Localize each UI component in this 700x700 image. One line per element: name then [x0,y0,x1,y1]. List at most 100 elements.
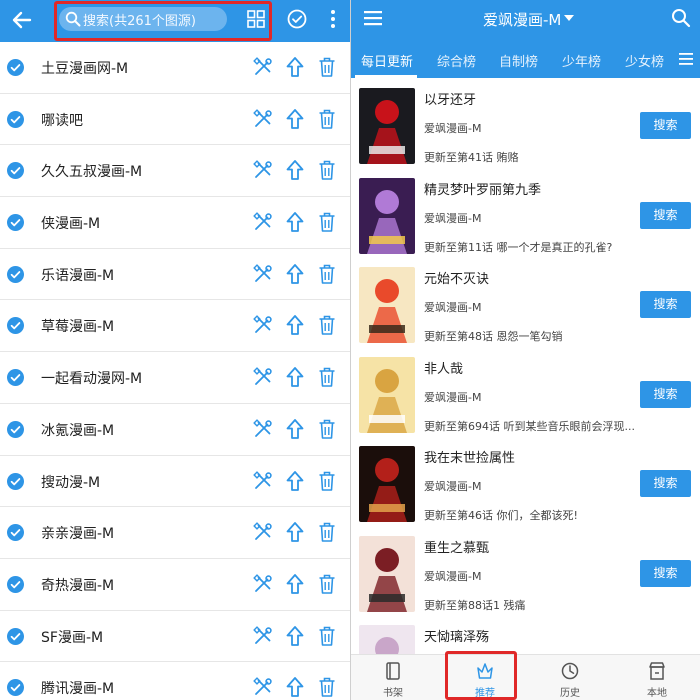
move-to-top-icon[interactable] [285,263,305,285]
comic-title[interactable]: 精灵梦叶罗丽第九季 [424,179,541,198]
checked-circle-icon[interactable] [7,317,24,335]
nav-item-history[interactable]: 历史 [540,655,600,700]
dropdown-caret-icon[interactable] [564,15,574,22]
tab-shoujo-rank[interactable]: 少女榜 [625,51,664,70]
edit-tools-icon[interactable] [253,367,273,387]
checked-circle-icon[interactable] [7,214,24,232]
comic-search-button[interactable]: 搜索 [640,559,691,587]
checked-circle-icon[interactable] [7,59,24,76]
comic-search-button[interactable]: 搜索 [640,380,691,408]
move-to-top-icon[interactable] [285,211,305,233]
delete-trash-icon[interactable] [318,263,336,285]
edit-tools-icon[interactable] [253,57,273,77]
move-to-top-icon[interactable] [285,521,305,543]
comic-search-button[interactable]: 搜索 [640,291,691,318]
delete-trash-icon[interactable] [318,521,336,543]
tab-overall-rank[interactable]: 综合榜 [437,51,476,70]
edit-tools-icon[interactable] [253,625,273,646]
edit-tools-icon[interactable] [253,470,273,491]
move-to-top-icon[interactable] [285,159,305,181]
comic-search-button[interactable]: 搜索 [640,201,691,229]
comic-cover-image[interactable] [359,446,415,522]
comic-source: 爱飒漫画-M [424,480,482,493]
delete-trash-icon[interactable] [318,211,336,233]
more-options-icon[interactable] [323,8,343,30]
comic-title[interactable]: 元始不灭诀 [424,268,489,287]
comic-title[interactable]: 我在末世捡属性 [424,447,515,466]
select-all-check-icon[interactable] [286,8,308,30]
comic-title[interactable]: 重生之慕甄 [424,537,489,556]
comic-source: 爱飒漫画-M [424,569,482,583]
comic-card[interactable]: 我在末世捡属性 爱飒漫画-M 更新至第46话 你们，全都该死! 搜索 [351,444,700,534]
move-to-top-icon[interactable] [285,56,305,78]
comic-cover-image[interactable] [359,177,415,254]
comic-cover-image[interactable] [359,88,415,164]
comic-title[interactable]: 非人哉 [424,358,463,377]
delete-trash-icon[interactable] [318,108,336,130]
comic-card[interactable]: 重生之慕甄 爱飒漫画-M 更新至第88话1 残痛 搜索 [351,534,700,624]
move-to-top-icon[interactable] [285,573,305,595]
comic-cover-image[interactable] [359,267,415,343]
delete-trash-icon[interactable] [318,56,336,78]
delete-trash-icon[interactable] [318,625,336,647]
comic-title[interactable]: 以牙还牙 [424,89,476,108]
comic-title[interactable]: 天恸璃泽殇 [424,626,489,645]
delete-trash-icon[interactable] [318,366,336,388]
search-icon[interactable] [671,8,691,28]
menu-icon[interactable] [363,10,383,26]
nav-item-local-store[interactable]: 本地 [627,655,687,700]
move-to-top-icon[interactable] [285,625,305,647]
edit-tools-icon[interactable] [253,108,273,129]
checked-circle-icon[interactable] [7,162,24,180]
comic-card[interactable]: 元始不灭诀 爱飒漫画-M 更新至第48话 恩怨一笔勾销 搜索 [351,265,700,355]
checked-circle-icon[interactable] [7,575,24,593]
tab-list-icon[interactable] [679,52,693,66]
comic-latest-update: 更新至第41话 贿赂 [424,151,519,164]
checked-circle-icon[interactable] [7,369,24,387]
edit-tools-icon[interactable] [253,574,273,594]
delete-trash-icon[interactable] [318,159,336,181]
comic-search-button[interactable]: 搜索 [640,112,691,139]
checked-circle-icon[interactable] [7,679,24,697]
tab-shonen-rank[interactable]: 少年榜 [562,51,601,70]
comic-card[interactable]: 精灵梦叶罗丽第九季 爱飒漫画-M 更新至第11话 哪一个才是真正的孔雀? 搜索 [351,176,700,266]
comic-card[interactable]: 非人哉 爱飒漫画-M 更新至第694话 听到某些音乐眼前会浮现... 搜索 [351,355,700,445]
edit-tools-icon[interactable] [253,315,273,335]
edit-tools-icon[interactable] [253,263,273,284]
move-to-top-icon[interactable] [285,314,305,336]
nav-item-bookshelf[interactable]: 书架 [363,655,423,700]
checked-circle-icon[interactable] [7,524,24,542]
move-to-top-icon[interactable] [285,418,305,440]
edit-tools-icon[interactable] [253,418,273,439]
edit-tools-icon[interactable] [253,212,273,232]
edit-tools-icon[interactable] [253,522,273,542]
delete-trash-icon[interactable] [318,676,336,698]
checked-circle-icon[interactable] [7,110,24,128]
checked-circle-icon[interactable] [7,265,24,283]
edit-tools-icon[interactable] [253,677,273,697]
source-name: 久久五叔漫画-M [41,164,143,181]
back-arrow-icon[interactable] [10,8,34,32]
move-to-top-icon[interactable] [285,470,305,492]
move-to-top-icon[interactable] [285,108,305,130]
source-title[interactable]: 爱飒漫画-M [483,9,561,30]
tab-daily-update[interactable]: 每日更新 [361,51,413,70]
source-row: 土豆漫画网-M [0,42,350,94]
checked-circle-icon[interactable] [7,627,24,645]
comic-cover-image[interactable] [359,356,415,433]
checked-circle-icon[interactable] [7,420,24,438]
move-to-top-icon[interactable] [285,676,305,698]
comic-search-button[interactable]: 搜索 [640,470,691,497]
tab-original-rank[interactable]: 自制榜 [499,51,538,70]
delete-trash-icon[interactable] [318,573,336,595]
nav-label: 本地 [647,688,667,699]
delete-trash-icon[interactable] [318,314,336,336]
source-name: SF漫画-M [41,629,104,646]
edit-tools-icon[interactable] [253,160,273,180]
comic-card[interactable]: 以牙还牙 爱飒漫画-M 更新至第41话 贿赂 搜索 [351,86,700,176]
delete-trash-icon[interactable] [318,418,336,440]
move-to-top-icon[interactable] [285,366,305,388]
delete-trash-icon[interactable] [318,470,336,492]
comic-cover-image[interactable] [359,535,415,612]
checked-circle-icon[interactable] [7,472,24,490]
